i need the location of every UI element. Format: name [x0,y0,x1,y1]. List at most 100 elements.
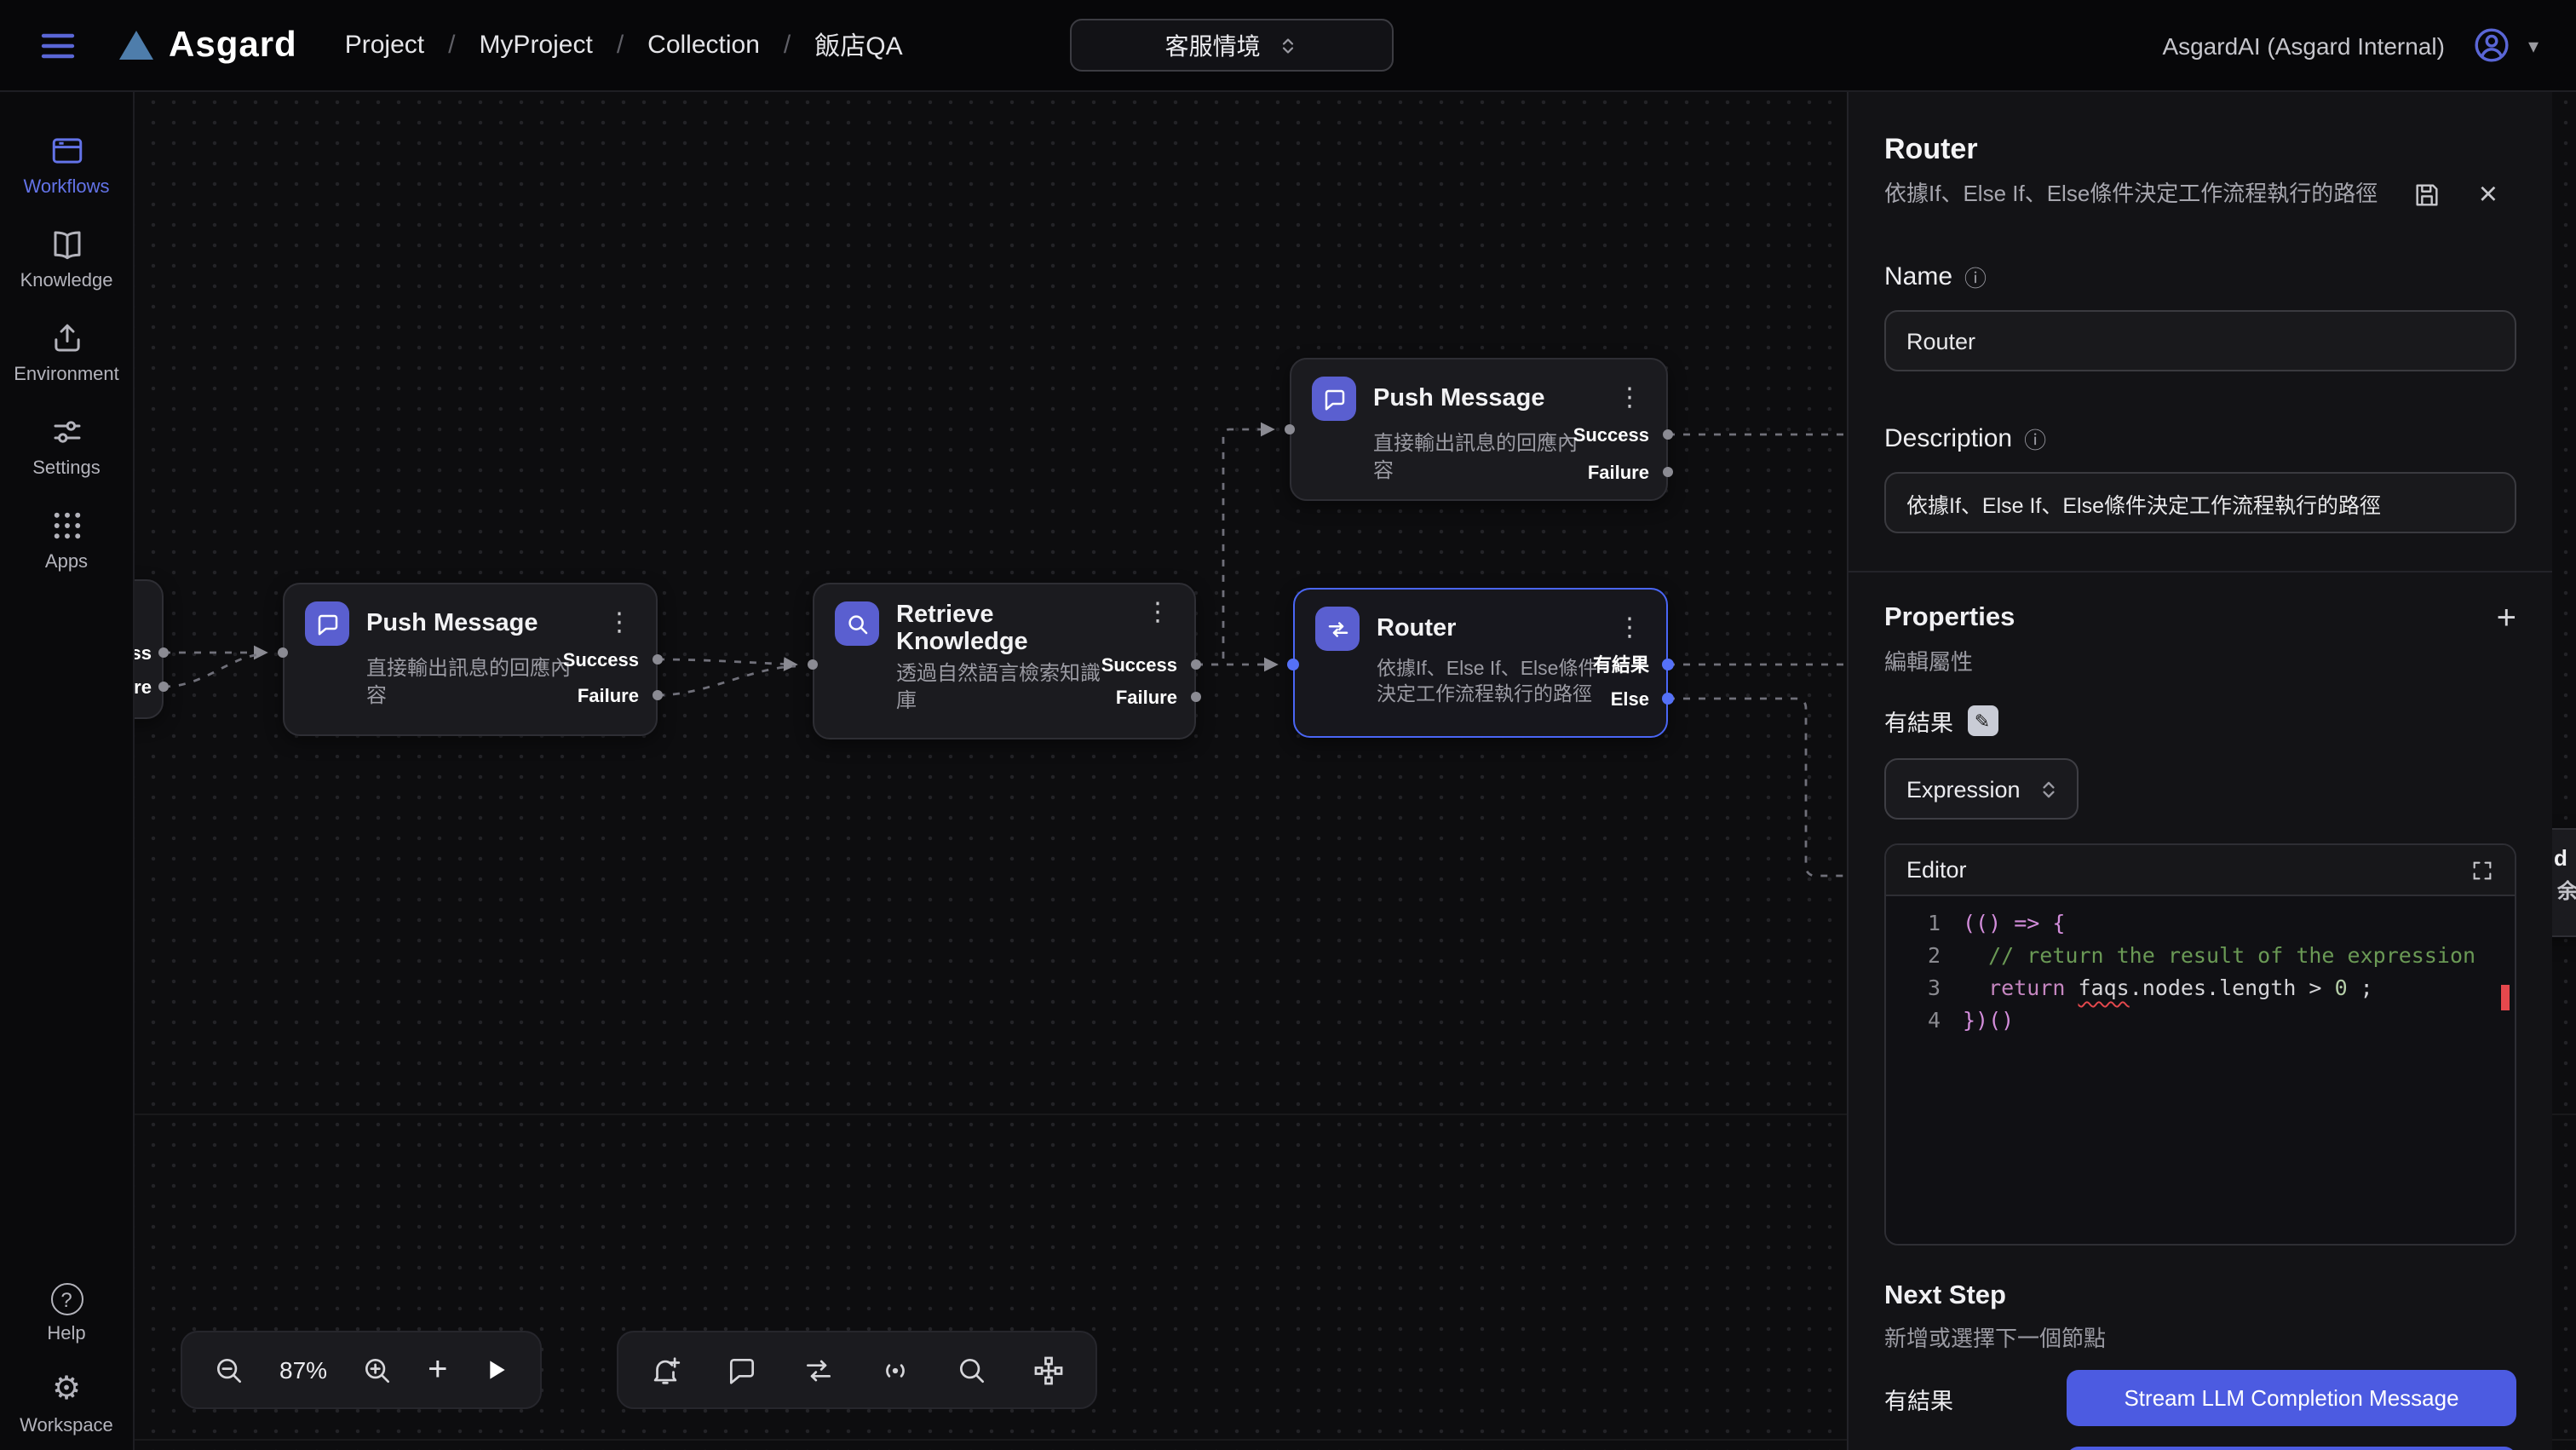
left-sidebar: Workflows Knowledge Environment Settings… [0,92,135,1450]
app-window: ⋮ Success Failure Push Message ⋮ 直接輸出訊息的… [0,0,2576,1450]
breadcrumb-project[interactable]: Project [345,31,424,60]
vector-icon[interactable] [1032,1354,1065,1386]
run-workflow-icon[interactable] [481,1356,509,1384]
sidebar-item-workspace[interactable]: ⚙ Workspace [0,1373,133,1436]
environment-select-value: 客服情境 [1165,28,1261,62]
description-label: Description [1884,424,2012,453]
sidebar-label: Workspace [20,1416,113,1436]
node-title: Push Message [366,610,538,637]
sidebar-item-help[interactable]: ? Help [0,1283,133,1344]
node-output-label: Success [1101,656,1177,676]
sidebar-item-knowledge[interactable]: Knowledge [0,227,133,291]
upload-icon [49,320,84,356]
apps-grid-icon [49,508,84,544]
node-push-message-1[interactable]: Push Message ⋮ 直接輸出訊息的回應內容 Success Failu… [283,583,658,736]
canvas-tools-toolbar [617,1331,1097,1409]
sidebar-item-settings[interactable]: Settings [0,414,133,479]
sidebar-label: Workflows [23,177,109,198]
node-output-label: Success [563,651,639,671]
expression-editor: Editor 1(() => {2 // return the result o… [1884,843,2516,1246]
expand-icon[interactable] [2470,858,2494,882]
breadcrumb-separator: / [784,31,791,60]
node-title: Router [1377,615,1456,642]
chat-bubble-icon [1312,377,1356,421]
sidebar-item-workflows[interactable]: Workflows [0,133,133,198]
breadcrumb-myproject[interactable]: MyProject [479,31,592,60]
description-input[interactable] [1884,472,2516,533]
sidebar-item-apps[interactable]: Apps [0,508,133,573]
node-output-label: Success [1573,426,1649,446]
notification-add-icon[interactable] [649,1354,681,1386]
router-icon [1315,607,1360,651]
info-icon: ⓘ [2024,423,2046,455]
panel-subtitle: 依據If、Else If、Else條件決定工作流程執行的路徑 [1884,177,2447,210]
divider [1849,571,2552,573]
sidebar-label: Knowledge [20,271,113,291]
swap-arrows-icon[interactable] [802,1354,835,1386]
next-step-subtitle: 新增或選擇下一個節點 [1884,1321,2516,1353]
node-router[interactable]: Router ⋮ 依據If、Else If、Else條件決定工作流程執行的路徑 … [1293,588,1668,738]
node-output-label: Failure [1116,688,1177,709]
next-step-branch-label: 有結果 [1884,1381,1953,1415]
node-label-fragment: 余 [2557,876,2576,905]
environment-select[interactable]: 客服情境 [1070,19,1394,72]
help-icon: ? [50,1283,83,1315]
editor-title: Editor [1906,857,1967,883]
asgard-logo [119,31,153,60]
kebab-icon[interactable]: ⋮ [1613,617,1646,641]
next-step-title: Next Step [1884,1281,2516,1312]
add-node-icon[interactable]: + [428,1355,447,1385]
name-label: Name [1884,262,1952,291]
node-output-label: Failure [1588,463,1649,484]
node-description: 直接輸出訊息的回應內容 [1291,421,1605,501]
property-type-select[interactable]: Expression [1884,758,2079,820]
properties-title: Properties [1884,603,2015,634]
node-push-message-2[interactable]: Push Message ⋮ 直接輸出訊息的回應內容 Success Failu… [1290,358,1668,501]
breadcrumb: Project / MyProject / Collection / 飯店QA [345,27,903,63]
user-avatar-icon[interactable] [2472,26,2511,65]
kebab-icon[interactable]: ⋮ [1141,601,1174,625]
account-label: AsgardAI (Asgard Internal) [2162,32,2445,59]
node-title: Retrieve Knowledge [896,601,1043,656]
sidebar-item-environment[interactable]: Environment [0,320,133,385]
close-icon[interactable]: × [2479,181,2498,209]
node-output-label: Failure [578,687,639,707]
next-step-button-push-message[interactable]: Push Message [2067,1447,2516,1450]
canvas-zoom-toolbar: 87% + [181,1331,541,1409]
edit-icon[interactable]: ✎ [1967,705,1998,736]
menu-icon[interactable] [37,25,78,66]
search-icon[interactable] [956,1354,988,1386]
property-type-value: Expression [1906,776,2021,802]
zoom-level: 87% [279,1356,327,1384]
search-icon [835,601,879,646]
property-key: 有結果 [1884,704,1953,738]
code-editor[interactable]: 1(() => {2 // return the result of the e… [1886,896,2515,1244]
node-title: Push Message [1373,385,1545,412]
node-retrieve-knowledge[interactable]: Retrieve Knowledge ⋮ 透過自然語言檢索知識庫 Success… [813,583,1196,739]
breadcrumb-collection[interactable]: Collection [647,31,760,60]
properties-subtitle: 編輯屬性 [1884,644,2516,676]
node-description: 直接輸出訊息的回應內容 [285,646,598,726]
node-description: 依據If、Else If、Else條件決定工作流程執行的路徑 [1295,651,1625,726]
add-property-icon[interactable]: + [2497,603,2516,634]
sidebar-label: Settings [32,458,101,479]
breadcrumb-workflow[interactable]: 飯店QA [814,27,902,63]
book-icon [49,227,84,262]
save-icon[interactable] [2412,181,2441,210]
broadcast-icon[interactable] [879,1354,911,1386]
chat-bubble-icon [305,601,349,646]
chat-bubble-icon[interactable] [726,1354,758,1386]
name-input[interactable] [1884,310,2516,371]
zoom-in-icon[interactable] [361,1354,394,1386]
kebab-icon[interactable]: ⋮ [1613,387,1646,411]
workflows-icon [49,133,84,169]
chevron-down-icon[interactable]: ▾ [2528,33,2539,57]
logo-text: Asgard [169,25,297,66]
info-icon: ⓘ [1964,261,1987,293]
node-output-label: 有結果 [1593,656,1649,676]
sliders-icon [49,414,84,450]
kebab-icon[interactable]: ⋮ [603,612,635,636]
code-lines: 1(() => {2 // return the result of the e… [1886,906,2515,1036]
next-step-button-stream-llm[interactable]: Stream LLM Completion Message [2067,1370,2516,1426]
zoom-out-icon[interactable] [213,1354,245,1386]
